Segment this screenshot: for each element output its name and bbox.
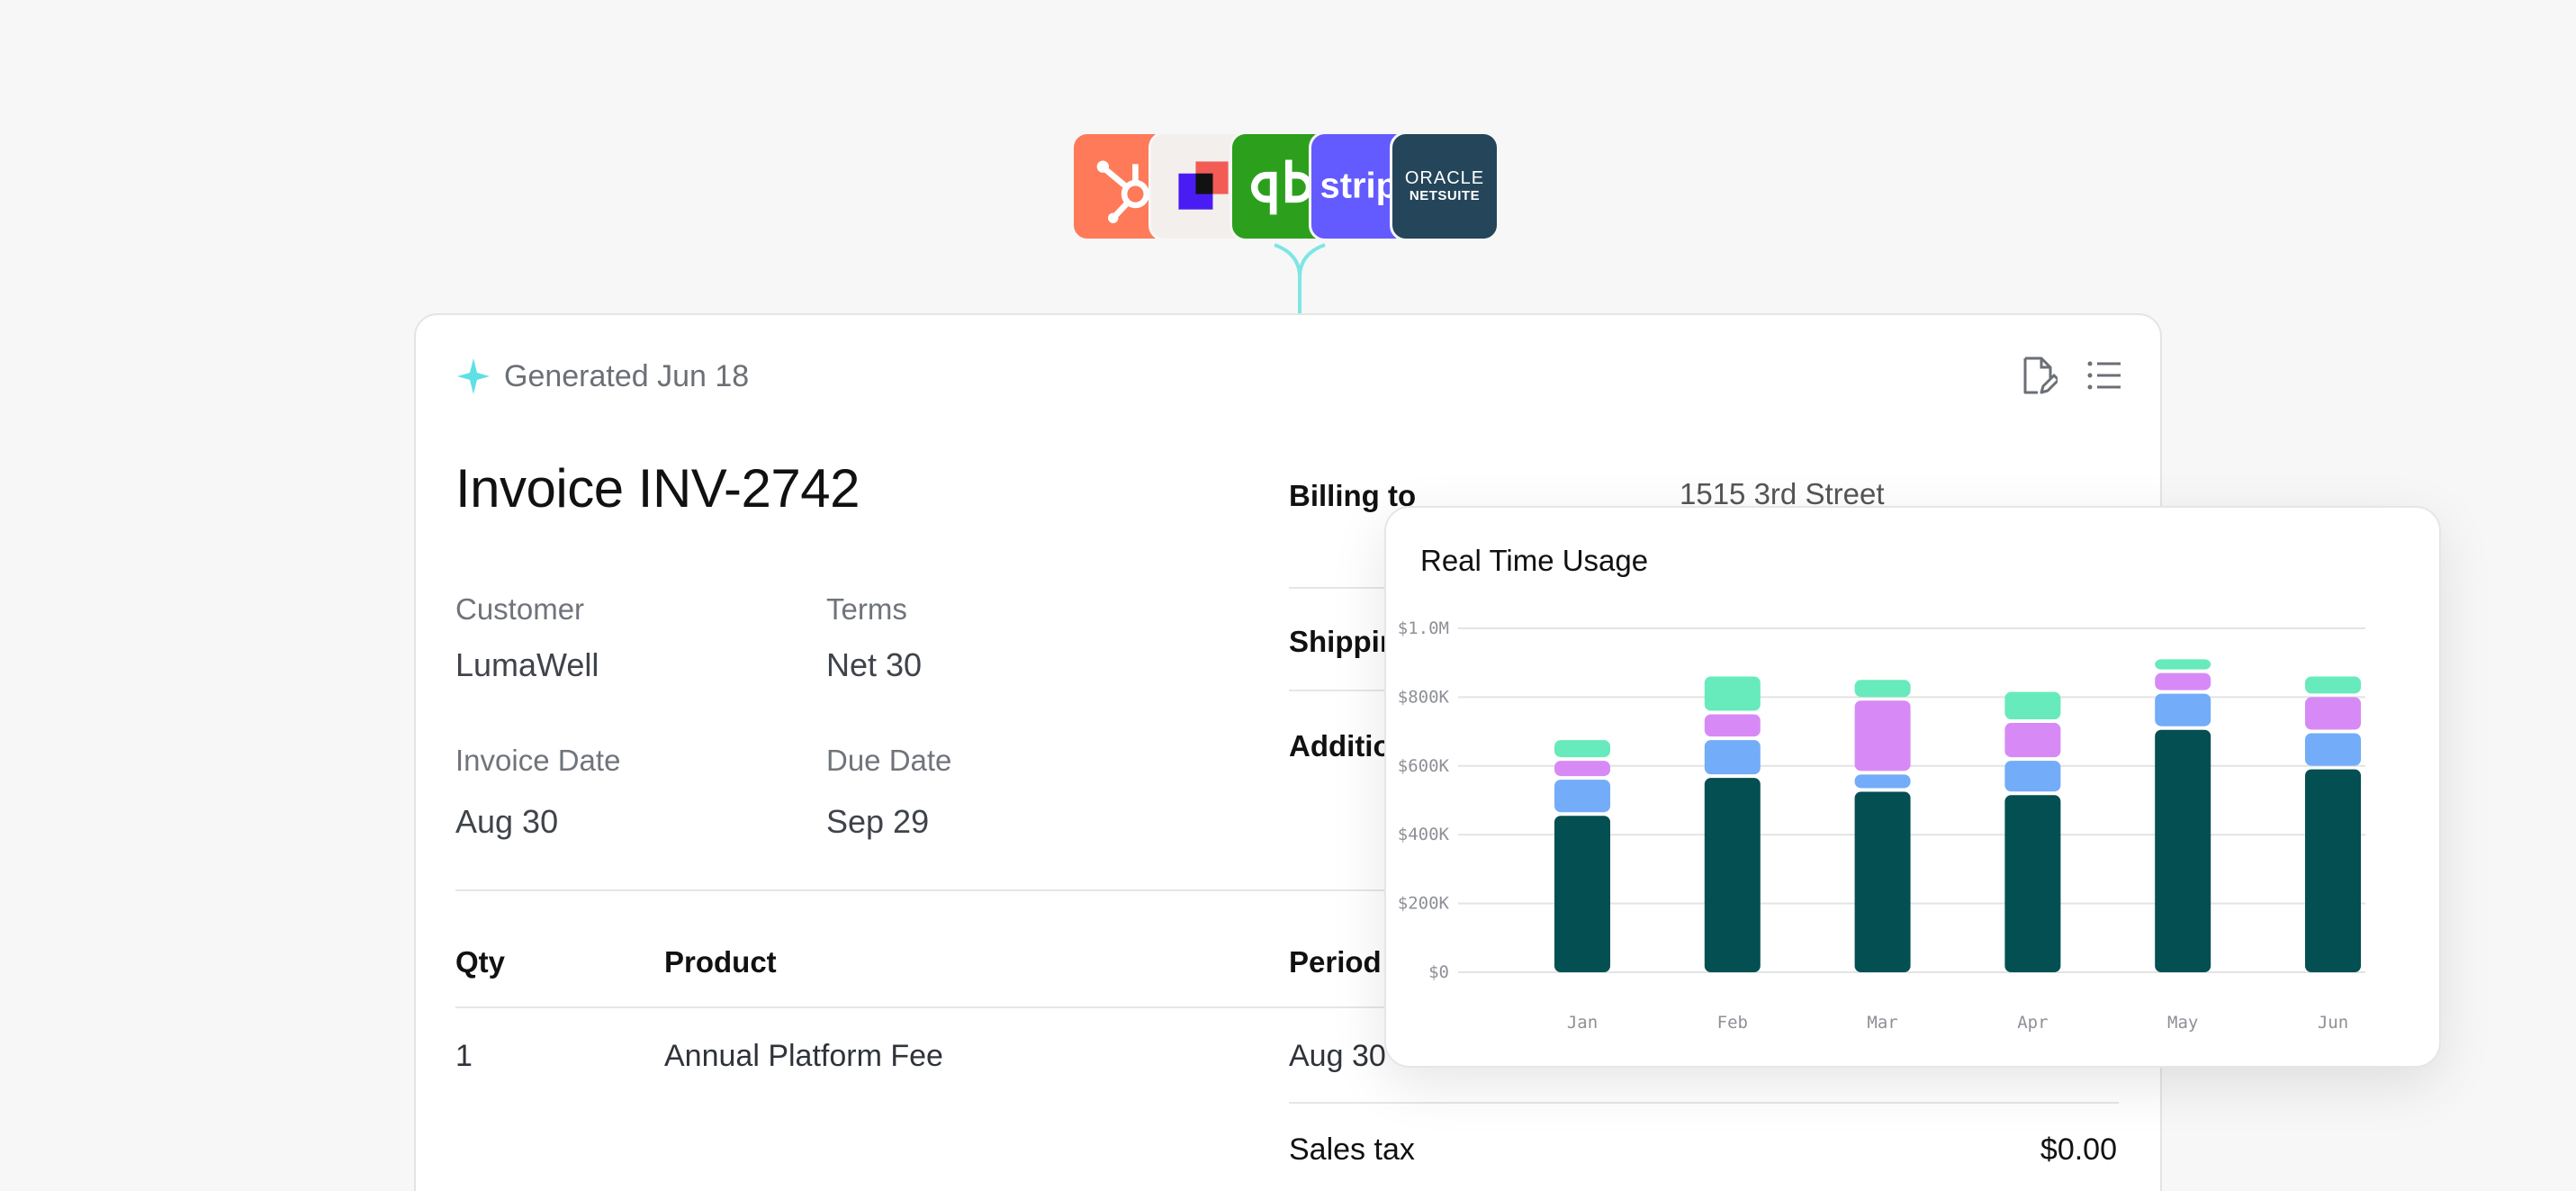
bar-segment[interactable] — [1704, 778, 1761, 972]
customer-value: LumaWell — [455, 646, 599, 683]
y-tick-label: $1.0M — [1398, 618, 1449, 638]
bar-segment[interactable] — [2155, 729, 2211, 972]
row-period: Aug 30 — [1289, 1039, 1386, 1073]
additional-label: Additio — [1289, 729, 1392, 762]
bar-segment[interactable] — [2305, 769, 2361, 972]
product-header: Product — [664, 945, 777, 979]
bar-segment[interactable] — [1854, 774, 1911, 789]
oracle-netsuite-logo[interactable]: ORACLE NETSUITE — [1390, 131, 1500, 241]
bar-segment[interactable] — [1554, 740, 1610, 758]
netsuite-wordmark: NETSUITE — [1409, 188, 1481, 203]
row-product: Annual Platform Fee — [664, 1039, 943, 1073]
x-tick-label: Jan — [1567, 1013, 1598, 1033]
usage-chart-card: Real Time Usage $0 $200K $400K $600K $800K $1… — [1384, 506, 2441, 1068]
list-icon[interactable] — [2085, 355, 2124, 396]
due-date-value: Sep 29 — [826, 803, 930, 840]
due-date-label: Due Date — [826, 744, 952, 777]
bar-segment[interactable] — [2004, 691, 2061, 720]
customer-label: Customer — [455, 592, 585, 626]
bar-segment[interactable] — [1704, 714, 1761, 737]
row-qty: 1 — [455, 1039, 473, 1073]
usage-chart: $0 $200K $400K $600K $800K $1.0M Jan Feb Mar Apr M… — [1398, 618, 2365, 1033]
x-tick-label: Mar — [1867, 1013, 1897, 1033]
terms-value: Net 30 — [826, 646, 923, 683]
bar-segment[interactable] — [2155, 672, 2211, 690]
shipping-label: Shippin — [1289, 625, 1398, 658]
edit-document-icon[interactable] — [2018, 355, 2058, 396]
y-tick-label: $800K — [1398, 687, 1450, 707]
y-tick-label: $0 — [1428, 962, 1449, 982]
bar-segment[interactable] — [2305, 733, 2361, 766]
sales-tax-value: $0.00 — [2040, 1132, 2117, 1167]
bar-segment[interactable] — [1554, 816, 1610, 972]
x-tick-label: Apr — [2017, 1013, 2048, 1033]
oracle-wordmark: ORACLE — [1404, 168, 1485, 188]
bar-segment[interactable] — [1854, 700, 1911, 771]
y-tick-label: $400K — [1398, 825, 1450, 844]
x-tick-label: May — [2167, 1013, 2198, 1033]
bar-segment[interactable] — [2004, 723, 2061, 758]
stripe-wordmark: strip — [1320, 166, 1399, 205]
sparkle-icon — [457, 358, 490, 394]
totals-divider — [1289, 1102, 2119, 1104]
invoice-date-value: Aug 30 — [455, 803, 559, 840]
bar-segment[interactable] — [2305, 676, 2361, 694]
generated-date: Generated Jun 18 — [504, 358, 750, 393]
qty-header: Qty — [455, 945, 506, 979]
bar-segment[interactable] — [1854, 680, 1911, 698]
card-toolbar — [2018, 355, 2124, 396]
integration-logos: strip ORACLE NETSUITE — [1071, 131, 1503, 241]
terms-label: Terms — [826, 592, 907, 626]
bar-segment[interactable] — [2305, 697, 2361, 730]
y-tick-label: $600K — [1398, 756, 1450, 776]
x-tick-label: Feb — [1717, 1013, 1748, 1033]
bar-segment[interactable] — [1554, 780, 1610, 813]
connector-line — [1274, 243, 1326, 317]
invoice-title: Invoice INV-2742 — [455, 458, 860, 519]
period-header: Period — [1289, 945, 1382, 979]
bar-segment[interactable] — [1554, 761, 1610, 777]
y-tick-label: $200K — [1398, 894, 1450, 914]
bar-segment[interactable] — [1704, 740, 1761, 775]
x-tick-label: Jun — [2318, 1013, 2348, 1033]
bar-segment[interactable] — [1854, 791, 1911, 972]
sales-tax-label: Sales tax — [1289, 1132, 1415, 1167]
bar-segment[interactable] — [2004, 761, 2061, 792]
bar-segment[interactable] — [2004, 795, 2061, 972]
bar-segment[interactable] — [2155, 693, 2211, 726]
bar-segment[interactable] — [1704, 676, 1761, 711]
invoice-date-label: Invoice Date — [455, 744, 621, 777]
bar-segment[interactable] — [2155, 659, 2211, 670]
generated-status: Generated Jun 18 — [455, 356, 749, 396]
